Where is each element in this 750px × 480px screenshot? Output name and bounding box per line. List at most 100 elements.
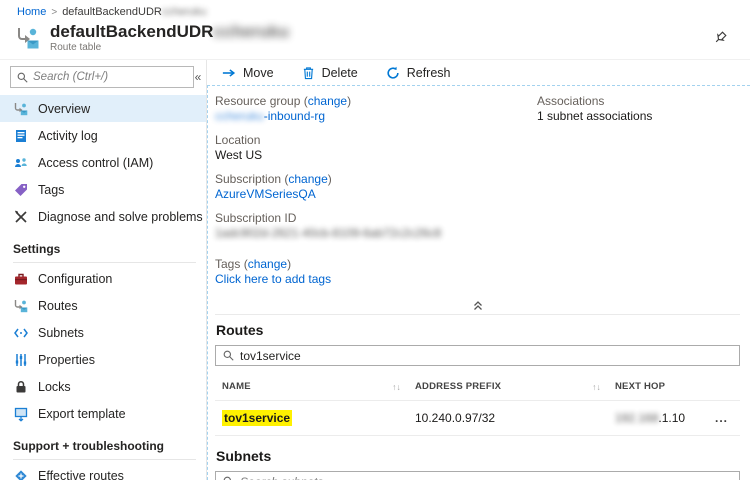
access-control-icon [13,155,29,171]
route-table-icon [13,101,29,117]
sidebar-search-input[interactable] [33,71,187,83]
route-address-prefix: 10.240.0.97/32 [415,411,615,425]
title-block: defaultBackendUDRccheruku Route table [50,22,713,53]
refresh-icon [386,66,400,80]
resource-group-property: Resource group (change) ccheruku-inbound… [215,94,537,124]
essentials-panel: Resource group (change) ccheruku-inbound… [215,94,740,296]
sidebar-item-tags[interactable]: Tags [0,176,206,203]
sort-icon: ↑↓ [592,382,601,392]
sidebar-item-label: Locks [38,380,71,394]
sidebar-item-label: Routes [38,299,78,313]
sidebar-item-access-control[interactable]: Access control (IAM) [0,149,206,176]
collapse-essentials-row [215,298,740,311]
tags-change-link[interactable]: change [248,257,287,271]
sidebar-section-settings: Settings [13,242,196,263]
export-template-icon [13,406,29,422]
tags-icon [13,182,29,198]
move-arrow-icon [222,67,236,79]
sidebar: « Overview Activity log Access control (… [0,60,207,480]
page-header: defaultBackendUDRccheruku Route table [0,19,750,60]
sidebar-item-label: Overview [38,102,90,116]
section-divider [215,314,740,315]
routes-table-header: NAME↑↓ ADDRESS PREFIX↑↓ NEXT HOP [215,372,740,401]
locks-icon [13,379,29,395]
routes-title: Routes [216,322,740,338]
sidebar-item-properties[interactable]: Properties [0,346,206,373]
sidebar-item-configuration[interactable]: Configuration [0,265,206,292]
column-header-next-hop[interactable]: NEXT HOP [615,381,706,392]
page-subtitle: Route table [50,42,713,53]
sidebar-item-label: Effective routes [38,469,124,480]
sidebar-item-label: Activity log [38,129,98,143]
breadcrumb: Home > defaultBackendUDRccheruku [0,0,750,19]
routes-search-box[interactable] [215,345,740,366]
column-header-name[interactable]: NAME↑↓ [222,381,415,392]
sidebar-item-overview[interactable]: Overview [0,95,206,122]
sidebar-item-label: Diagnose and solve problems [38,210,203,224]
sidebar-item-effective-routes[interactable]: Effective routes [0,462,206,480]
subscription-change-link[interactable]: change [288,172,327,186]
breadcrumb-separator: > [51,7,57,18]
subnets-search-box[interactable] [215,471,740,480]
sidebar-item-label: Access control (IAM) [38,156,153,170]
delete-label: Delete [322,66,358,80]
search-icon [223,476,234,480]
delete-button[interactable]: Delete [302,66,358,80]
sidebar-search-box[interactable] [10,66,194,88]
page-title: defaultBackendUDRccheruku [50,22,713,41]
sidebar-nav: Overview Activity log Access control (IA… [0,95,206,480]
resource-group-redacted-text: ccheruku [215,109,264,123]
add-tags-link[interactable]: Click here to add tags [215,272,331,286]
refresh-label: Refresh [407,66,451,80]
location-value: West US [215,148,537,163]
subnets-icon [13,325,29,341]
sidebar-collapse-icon[interactable]: « [194,70,202,84]
sidebar-item-diagnose[interactable]: Diagnose and solve problems [0,203,206,230]
subscription-id-property: Subscription ID 1adc902d-2621-40cb-8109-… [215,211,537,241]
sidebar-item-export-template[interactable]: Export template [0,400,206,427]
sidebar-item-subnets[interactable]: Subnets [0,319,206,346]
effective-routes-icon [13,468,29,480]
sidebar-item-locks[interactable]: Locks [0,373,206,400]
sidebar-item-label: Subnets [38,326,84,340]
routes-icon [13,298,29,314]
route-row[interactable]: tov1service 10.240.0.97/32 192.168.1.10 … [215,401,740,436]
pin-icon[interactable] [713,30,728,45]
route-context-menu-button[interactable]: ... [706,411,740,425]
move-button[interactable]: Move [222,66,274,80]
sidebar-item-routes[interactable]: Routes [0,292,206,319]
tags-property: Tags (change) Click here to add tags [215,257,537,287]
route-name[interactable]: tov1service [222,410,292,426]
breadcrumb-home-link[interactable]: Home [17,6,46,18]
sidebar-item-label: Properties [38,353,95,367]
associations-value: 1 subnet associations [537,109,652,124]
associations-property: Associations 1 subnet associations [537,94,652,124]
subnets-section: Subnets NAME↑↓ ADDRESS RANGE↑↓ VIRTUAL N… [215,448,740,480]
diagnose-icon [13,209,29,225]
activity-log-icon [13,128,29,144]
move-label: Move [243,66,274,80]
resource-group-change-link[interactable]: change [308,94,347,108]
collapse-essentials-icon[interactable] [472,300,484,311]
trash-icon [302,66,315,80]
sidebar-item-label: Tags [38,183,64,197]
overview-blade: Resource group (change) ccheruku-inbound… [207,85,750,480]
resource-group-link[interactable]: ccheruku-inbound-rg [215,109,325,123]
subscription-link[interactable]: AzureVMSeriesQA [215,187,316,201]
properties-icon [13,352,29,368]
breadcrumb-current: defaultBackendUDRccheruku [62,6,206,18]
configuration-icon [13,271,29,287]
refresh-button[interactable]: Refresh [386,66,451,80]
sidebar-section-support: Support + troubleshooting [13,439,196,460]
subnets-title: Subnets [216,448,740,464]
routes-section: Routes NAME↑↓ ADDRESS PREFIX↑↓ NEXT HOP … [215,322,740,436]
sidebar-item-activity-log[interactable]: Activity log [0,122,206,149]
breadcrumb-redacted-text: ccheruku [162,6,207,18]
subnets-search-input[interactable] [240,475,732,480]
toolbar: Move Delete Refresh [207,60,750,85]
title-redacted-text: ccheruku [213,22,289,41]
routes-search-input[interactable] [240,349,732,363]
column-header-address-prefix[interactable]: ADDRESS PREFIX↑↓ [415,381,615,392]
main-content: Move Delete Refresh Resource group (chan… [207,60,750,480]
subscription-property: Subscription (change) AzureVMSeriesQA [215,172,537,202]
